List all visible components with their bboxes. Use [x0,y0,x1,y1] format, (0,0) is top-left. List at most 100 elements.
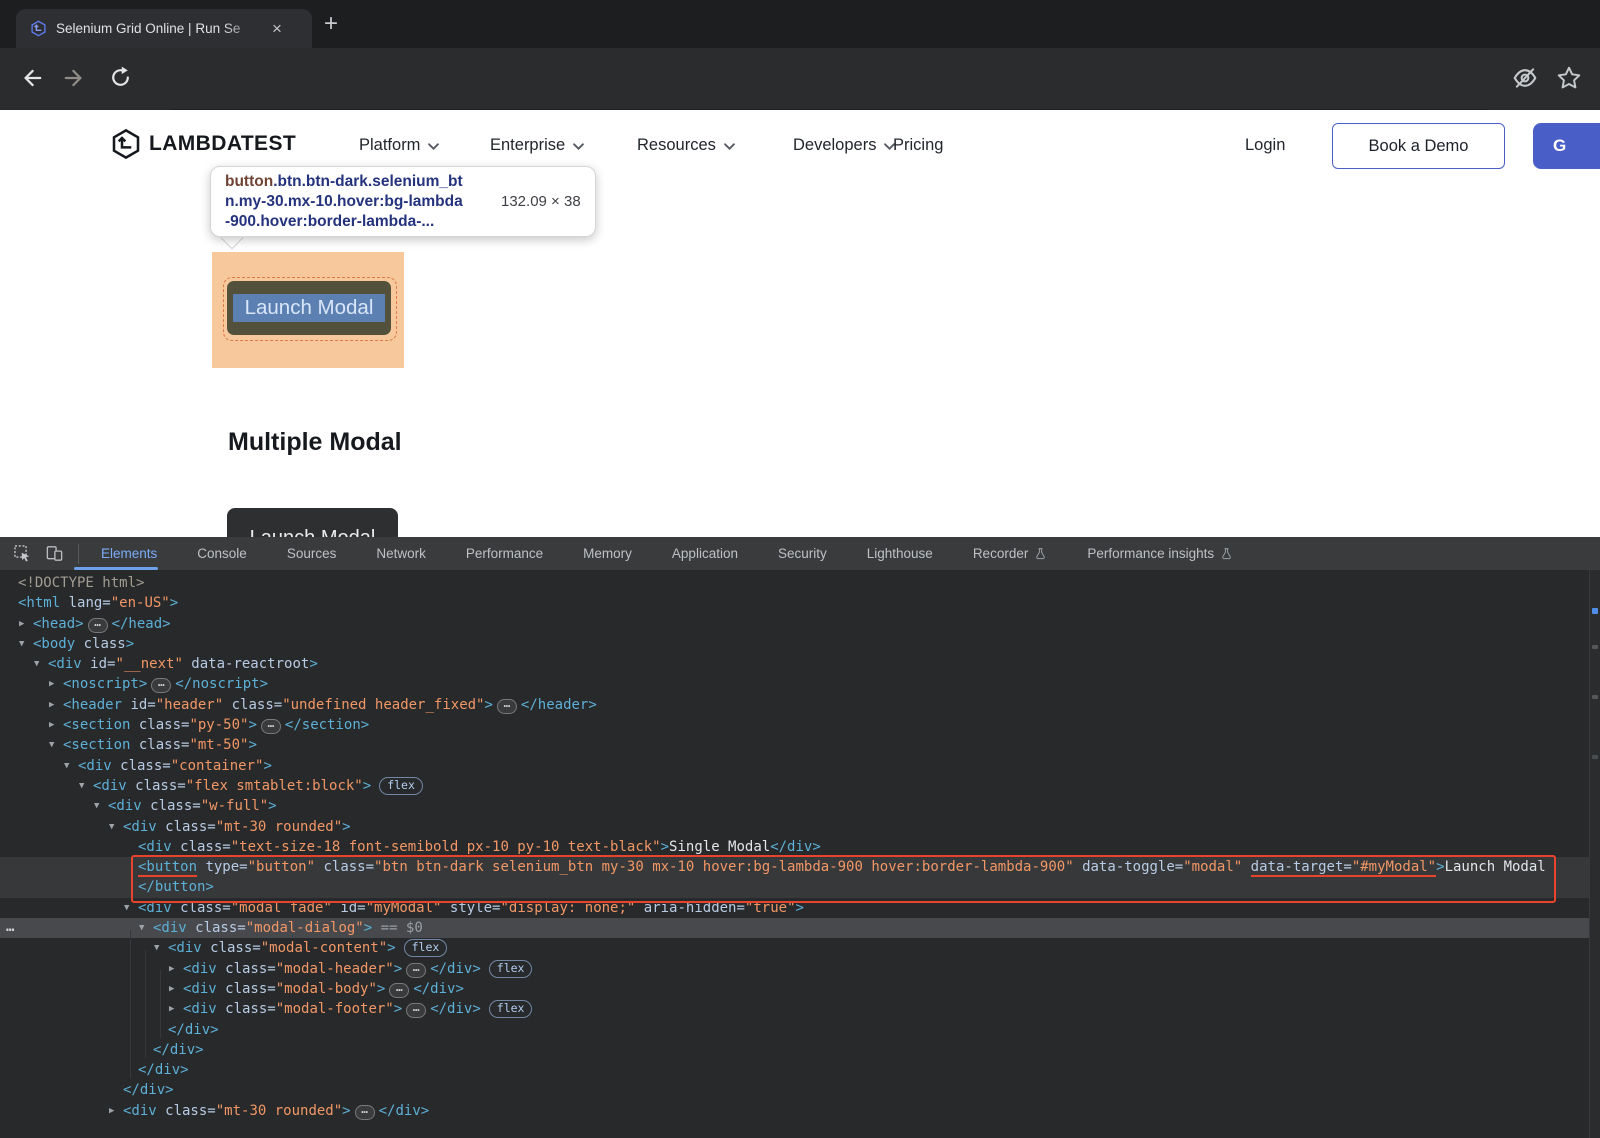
reload-button[interactable] [108,65,136,93]
dom-tree-line[interactable]: <html lang="en-US"> [0,593,1600,613]
eye-off-icon[interactable] [1512,65,1540,93]
disclosure-arrow-icon[interactable]: ▼ [19,634,24,654]
expand-ellipsis-icon[interactable]: … [355,1105,375,1120]
login-link[interactable]: Login [1245,136,1285,155]
dom-tree-line[interactable]: ▼<div class="container"> [0,756,1600,776]
flex-badge[interactable]: flex [489,960,533,978]
devtools-tab-elements[interactable]: Elements [101,546,157,561]
gutter-more-icon[interactable]: … [6,919,15,935]
dom-tree-line[interactable]: ▶<noscript>…</noscript> [0,674,1600,694]
book-demo-button[interactable]: Book a Demo [1332,123,1505,169]
nav-item-platform[interactable]: Platform [359,136,439,155]
dom-tree-line[interactable]: ▼<div class="mt-30 rounded"> [0,817,1600,837]
dom-tree-line[interactable]: ▶<div class="mt-30 rounded">…</div> [0,1101,1600,1121]
disclosure-arrow-icon[interactable]: ▶ [49,715,54,735]
tab-close-icon[interactable]: × [272,20,282,37]
disclosure-arrow-icon[interactable]: ▼ [79,776,84,796]
disclosure-arrow-icon[interactable]: ▼ [64,756,69,776]
disclosure-arrow-icon[interactable]: ▶ [109,1101,114,1121]
new-tab-button[interactable]: + [324,9,338,39]
dom-tree-line[interactable]: ▼<div class="modal-content">flex [0,938,1600,958]
dom-tree-line[interactable]: ▶<div class="modal-body">…</div> [0,979,1600,999]
devtools-tab-sources[interactable]: Sources [287,546,337,561]
bookmark-star-icon[interactable] [1556,65,1584,93]
disclosure-arrow-icon[interactable]: ▶ [49,695,54,715]
disclosure-arrow-icon[interactable]: ▶ [169,959,174,979]
dom-tree-line[interactable]: </div> [0,1080,1600,1100]
expand-ellipsis-icon[interactable]: … [389,983,409,998]
expand-ellipsis-icon[interactable]: … [406,1003,426,1018]
dom-tree-line[interactable]: </div> [0,1020,1600,1040]
lambdatest-logo[interactable]: LAMBDATEST [110,128,296,160]
code-token: "modal" [1183,859,1242,875]
disclosure-arrow-icon[interactable]: ▼ [139,918,144,938]
forward-button[interactable] [62,65,90,93]
dom-tree-line[interactable]: ▼<div id="__next" data-reactroot> [0,654,1600,674]
devtools-tab-memory[interactable]: Memory [583,546,632,561]
dom-tree-line[interactable]: ▶<div class="modal-header">…</div>flex [0,959,1600,979]
expand-ellipsis-icon[interactable]: … [497,699,517,714]
devtools-tab-application[interactable]: Application [672,546,738,561]
dom-tree-line[interactable]: ▼<div class="flex smtablet:block">flex [0,776,1600,796]
disclosure-arrow-icon[interactable]: ▼ [109,817,114,837]
device-toolbar-icon[interactable] [45,544,64,563]
dom-tree-line[interactable]: ▼<div class="w-full"> [0,796,1600,816]
devtools-tab-lighthouse[interactable]: Lighthouse [867,546,933,561]
disclosure-arrow-icon[interactable]: ▶ [49,674,54,694]
nav-item-resources[interactable]: Resources [637,136,735,155]
expand-ellipsis-icon[interactable]: … [261,719,281,734]
devtools-tab-console[interactable]: Console [197,546,247,561]
expand-ellipsis-icon[interactable]: … [88,618,108,633]
disclosure-arrow-icon[interactable]: ▼ [94,796,99,816]
lambdatest-logo-text: LAMBDATEST [149,132,296,156]
second-launch-modal-button[interactable]: Launch Modal [227,508,398,537]
dom-tree-line[interactable]: </div> [0,1060,1600,1080]
dom-tree-line[interactable]: <div class="text-size-18 font-semibold p… [0,837,1600,857]
dom-tree-line[interactable]: ▶<section class="py-50">…</section> [0,715,1600,735]
browser-tab[interactable]: Selenium Grid Online | Run Se × [16,9,312,48]
nav-item-enterprise[interactable]: Enterprise [490,136,584,155]
dom-tree-line[interactable]: <!DOCTYPE html> [0,573,1600,593]
dom-tree-line[interactable]: ▶<head>…</head> [0,614,1600,634]
dom-tree-line[interactable]: ▶<header id="header" class="undefined he… [0,695,1600,715]
devtools-tab-label: Security [778,546,827,561]
expand-ellipsis-icon[interactable]: … [406,963,426,978]
disclosure-arrow-icon[interactable]: ▼ [124,898,129,918]
devtools-tab-network[interactable]: Network [376,546,426,561]
disclosure-arrow-icon[interactable]: ▼ [34,654,39,674]
devtools-scrollbar[interactable] [1589,570,1600,1138]
devtools-tab-performance-insights[interactable]: Performance insights [1087,546,1233,561]
code-token: <div [138,839,172,855]
expand-ellipsis-icon[interactable]: … [151,678,171,693]
dom-tree-line[interactable]: <button type="button" class="btn btn-dar… [0,857,1600,877]
flex-badge[interactable]: flex [404,939,448,957]
inspect-element-icon[interactable] [13,544,32,563]
devtools-tab-performance[interactable]: Performance [466,546,543,561]
dom-tree-line[interactable]: ▼<body class> [0,634,1600,654]
code-token: > [248,737,256,753]
nav-item-pricing[interactable]: Pricing [893,136,943,155]
disclosure-arrow-icon[interactable]: ▶ [169,999,174,1019]
nav-item-developers[interactable]: Developers [793,136,895,155]
dom-tree: <!DOCTYPE html><html lang="en-US">▶<head… [0,573,1600,1121]
dom-tree-line[interactable]: ▼<div class="modal-dialog"> == $0 [0,918,1600,938]
disclosure-arrow-icon[interactable]: ▼ [49,735,54,755]
disclosure-arrow-icon[interactable]: ▶ [19,614,24,634]
code-token: class= [127,778,186,794]
nav-item-label: Developers [793,136,876,155]
devtools-tab-recorder[interactable]: Recorder [973,546,1048,561]
dom-tree-line[interactable]: ▼<div class="modal fade" id="myModal" st… [0,898,1600,918]
flex-badge[interactable]: flex [489,1000,533,1018]
dom-tree-line[interactable]: ▼<section class="mt-50"> [0,735,1600,755]
disclosure-arrow-icon[interactable]: ▼ [154,938,159,958]
devtools-tab-security[interactable]: Security [778,546,827,561]
signup-cta-button[interactable]: G [1533,123,1600,169]
back-button[interactable] [18,65,46,93]
disclosure-arrow-icon[interactable]: ▶ [169,979,174,999]
dom-tree-line[interactable]: </button> [0,877,1600,897]
devtools-tab-label: Performance insights [1087,546,1214,561]
dom-tree-line[interactable]: </div> [0,1040,1600,1060]
launch-modal-button[interactable]: Launch Modal [227,281,391,335]
dom-tree-line[interactable]: ▶<div class="modal-footer">…</div>flex [0,999,1600,1019]
flex-badge[interactable]: flex [379,777,423,795]
